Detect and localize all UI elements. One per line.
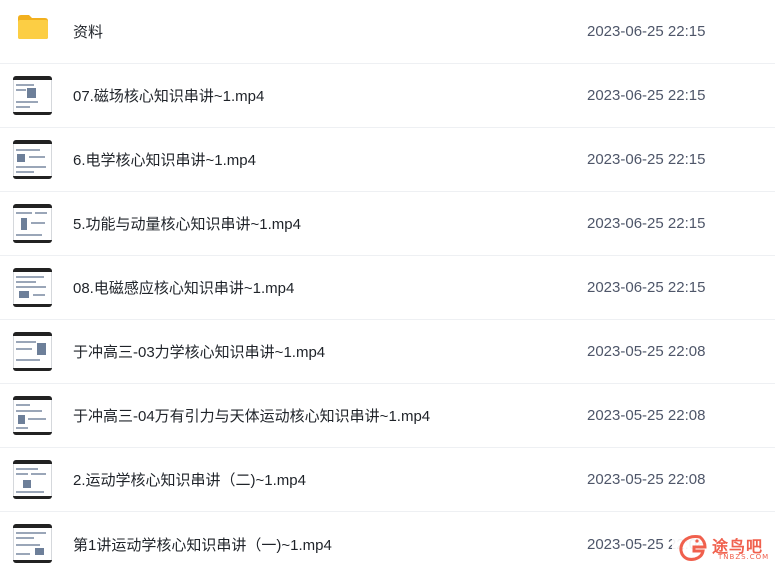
file-row[interactable]: 2.运动学核心知识串讲（二)~1.mp4 2023-05-25 22:08 [0,448,775,512]
file-name: 资料 [73,24,104,41]
file-name: 5.功能与动量核心知识串讲~1.mp4 [73,216,301,233]
video-thumbnail [13,524,52,563]
file-name: 于冲高三-04万有引力与天体运动核心知识串讲~1.mp4 [73,408,431,425]
watermark-subtext: TNBZS.COM [718,553,770,561]
folder-icon [18,15,48,39]
file-date: 2023-06-25 22:15 [587,215,706,232]
video-thumbnail [13,460,52,499]
file-row[interactable]: 6.电学核心知识串讲~1.mp4 2023-06-25 22:15 [0,128,775,192]
file-name: 6.电学核心知识串讲~1.mp4 [73,152,256,169]
file-date: 2023-05-25 22:08 [587,343,706,360]
file-name: 07.磁场核心知识串讲~1.mp4 [73,88,265,105]
file-name: 于冲高三-03力学核心知识串讲~1.mp4 [73,344,326,361]
file-date: 2023-05-25 22:08 [587,407,706,424]
file-row[interactable]: 第1讲运动学核心知识串讲（一)~1.mp4 2023-05-25 22:08 [0,512,775,576]
video-thumbnail [13,268,52,307]
file-row[interactable]: 于冲高三-04万有引力与天体运动核心知识串讲~1.mp4 2023-05-25 … [0,384,775,448]
file-row[interactable]: 07.磁场核心知识串讲~1.mp4 2023-06-25 22:15 [0,64,775,128]
file-name: 08.电磁感应核心知识串讲~1.mp4 [73,280,295,297]
file-date: 2023-06-25 22:15 [587,87,706,104]
file-name: 2.运动学核心知识串讲（二)~1.mp4 [73,472,306,489]
video-thumbnail [13,332,52,371]
watermark: 途鸟吧 TNBZS.COM [672,527,775,568]
file-date: 2023-05-25 22:08 [587,471,706,488]
file-row[interactable]: 5.功能与动量核心知识串讲~1.mp4 2023-06-25 22:15 [0,192,775,256]
file-date: 2023-06-25 22:15 [587,23,706,40]
video-thumbnail [13,204,52,243]
video-thumbnail [13,76,52,115]
file-row[interactable]: 08.电磁感应核心知识串讲~1.mp4 2023-06-25 22:15 [0,256,775,320]
file-date: 2023-06-25 22:15 [587,151,706,168]
file-name: 第1讲运动学核心知识串讲（一)~1.mp4 [73,536,332,554]
file-date: 2023-06-25 22:15 [587,279,706,296]
file-row[interactable]: 于冲高三-03力学核心知识串讲~1.mp4 2023-05-25 22:08 [0,320,775,384]
folder-row[interactable]: 资料 2023-06-25 22:15 [0,0,775,64]
bird-logo-icon [679,535,707,561]
video-thumbnail [13,140,52,179]
file-list: 资料 2023-06-25 22:15 07.磁场核心知识串讲~1.mp4 20… [0,0,775,576]
video-thumbnail [13,396,52,435]
